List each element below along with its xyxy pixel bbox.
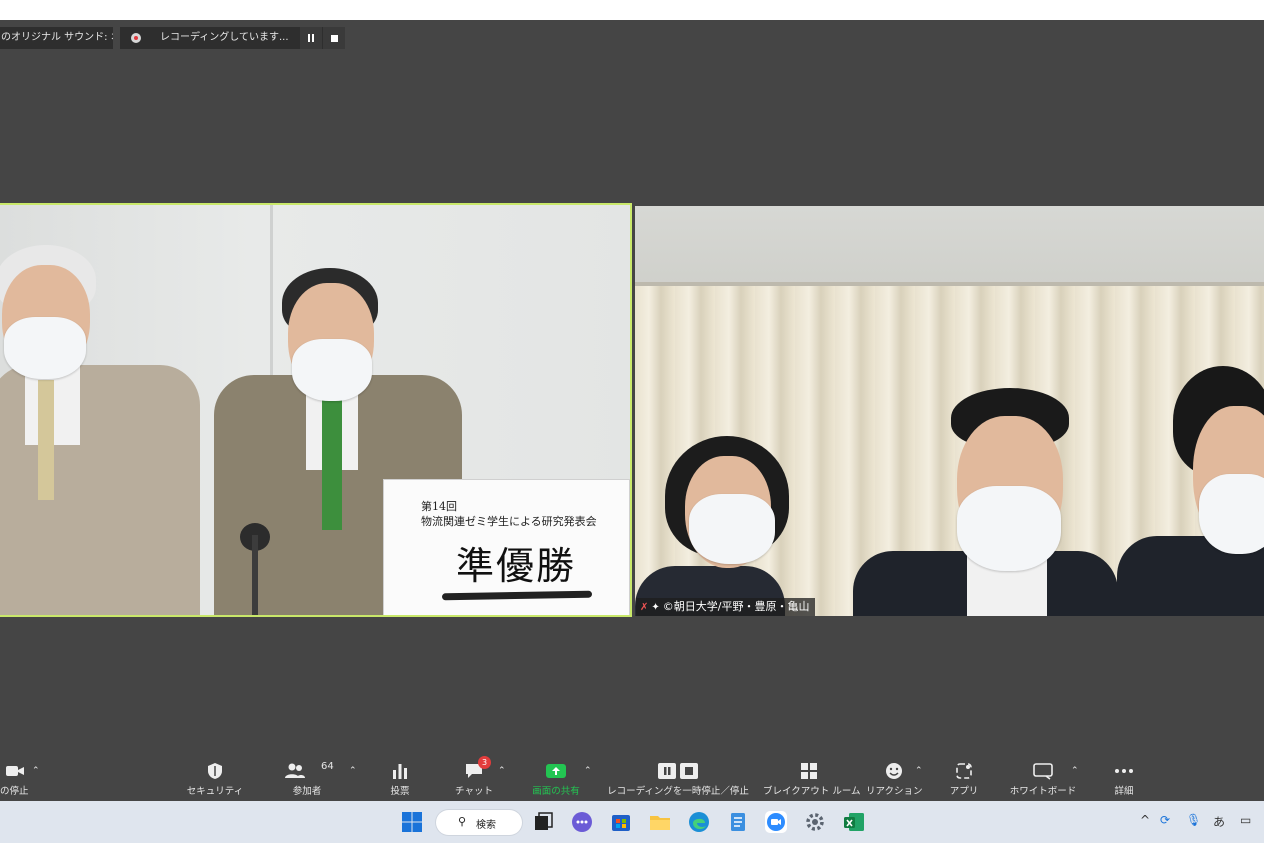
participants-icon	[285, 763, 305, 778]
stop-video-button[interactable]: ⌃ の停止	[0, 760, 40, 801]
notification-icon[interactable]: ▭	[1240, 813, 1251, 827]
original-sound-banner[interactable]: のオリジナル サウンド: オフ	[0, 27, 113, 49]
taskbar-search[interactable]: ⚲ 検索	[436, 810, 522, 835]
onedrive-sync-icon[interactable]: ⟳	[1160, 813, 1170, 827]
security-label: セキュリティ	[186, 786, 244, 797]
search-icon: ⚲	[458, 815, 467, 828]
participant-name: ©朝日大学/平野・豊原・亀山	[662, 600, 810, 613]
microsoft-store-icon[interactable]	[609, 810, 633, 834]
participants-button[interactable]: 64 参加者	[280, 760, 334, 801]
recording-dot-icon	[131, 33, 141, 43]
poll-label: 投票	[390, 786, 410, 797]
mic-muted-icon: ✗	[640, 602, 649, 613]
more-label: 詳細	[1114, 786, 1134, 797]
meeting-toolbar: ⌃ の停止 セキュリティ 64 参加者 ⌃ 投票 3 チャット ⌃ 画面の共有 …	[0, 756, 1264, 801]
recording-banner: レコーディングしています...	[120, 27, 345, 49]
pause-stop-icon	[658, 763, 698, 779]
chat-label: チャット	[455, 786, 493, 797]
settings-gear-icon[interactable]	[803, 810, 827, 834]
whiteboard-icon	[1033, 763, 1053, 780]
apps-button[interactable]: アプリ	[944, 760, 984, 801]
video-options-chevron-icon[interactable]: ⌃	[32, 766, 40, 776]
smiley-icon	[886, 763, 902, 779]
pause-stop-recording-button[interactable]: レコーディングを一時停止／停止	[603, 760, 753, 801]
more-dots-icon	[1115, 769, 1133, 773]
top-strip	[0, 0, 1264, 20]
notepad-icon[interactable]	[726, 810, 750, 834]
reactions-button[interactable]: リアクション	[866, 760, 923, 801]
windows-start-icon[interactable]	[400, 810, 424, 834]
recording-status-text: レコーディングしています...	[160, 32, 289, 43]
placard-line-1: 第14回	[421, 500, 457, 513]
excel-icon[interactable]	[842, 810, 866, 834]
apps-icon	[956, 763, 972, 779]
video-tile-participant[interactable]	[635, 206, 1264, 616]
share-screen-button[interactable]: 画面の共有	[524, 760, 588, 801]
share-screen-label: 画面の共有	[532, 786, 580, 797]
pause-stop-recording-label: レコーディングを一時停止／停止	[607, 786, 749, 797]
chat-unread-badge: 3	[478, 756, 491, 769]
pause-recording-icon[interactable]	[300, 27, 322, 49]
zoom-app-icon[interactable]	[764, 810, 788, 834]
share-screen-icon	[546, 764, 566, 778]
show-hidden-icons-chevron-icon[interactable]: ^	[1140, 813, 1150, 827]
taskbar-search-label: 検索	[476, 820, 496, 831]
video-tile-active-speaker[interactable]: 第14回 物流関連ゼミ学生による研究発表会 準優勝	[0, 203, 632, 617]
microphone-stand	[252, 535, 258, 615]
video-camera-icon	[6, 766, 24, 776]
ceiling	[635, 206, 1264, 286]
breakout-rooms-icon	[801, 763, 817, 779]
stop-video-label: の停止	[0, 786, 29, 797]
whiteboard-label: ホワイトボード	[1009, 786, 1077, 797]
stop-recording-icon[interactable]	[323, 27, 345, 49]
breakout-rooms-label: ブレイクアウト ルーム	[763, 786, 861, 797]
file-explorer-icon[interactable]	[648, 810, 672, 834]
more-button[interactable]: 詳細	[1104, 760, 1144, 801]
placard-brush-stroke	[441, 590, 593, 601]
microphone-tray-icon[interactable]: 🎙	[1186, 813, 1201, 827]
whiteboard-button[interactable]: ホワイトボード	[1008, 760, 1078, 801]
participant-name-label: ✗ ✦ ©朝日大学/平野・豊原・亀山	[636, 598, 815, 616]
share-chevron-icon[interactable]: ⌃	[584, 766, 592, 776]
edge-browser-icon[interactable]	[687, 810, 711, 834]
apps-label: アプリ	[949, 786, 979, 797]
task-view-icon[interactable]	[531, 810, 555, 834]
whiteboard-chevron-icon[interactable]: ⌃	[1071, 766, 1079, 776]
participants-chevron-icon[interactable]: ⌃	[349, 766, 357, 776]
shield-icon	[208, 763, 222, 779]
original-sound-label: のオリジナル サウンド: オフ	[1, 32, 113, 43]
reactions-label: リアクション	[866, 786, 923, 797]
participants-label: 参加者	[292, 786, 322, 797]
poll-chart-icon	[393, 764, 407, 779]
placard-award-title: 準優勝	[456, 544, 577, 588]
pin-icon: ✦	[651, 602, 660, 613]
placard-line-2: 物流関連ゼミ学生による研究発表会	[421, 515, 597, 528]
chat-button[interactable]: 3 チャット	[450, 756, 498, 801]
poll-button[interactable]: 投票	[380, 760, 420, 801]
windows-taskbar: ⚲ 検索 ^ ⟳ 🎙 あ ▭	[0, 801, 1264, 843]
ime-mode-indicator[interactable]: あ	[1213, 813, 1225, 830]
participants-count: 64	[321, 761, 334, 772]
security-button[interactable]: セキュリティ	[185, 760, 245, 801]
chat-chevron-icon[interactable]: ⌃	[498, 766, 506, 776]
award-placard: 第14回 物流関連ゼミ学生による研究発表会 準優勝	[383, 479, 630, 615]
teams-chat-icon[interactable]	[570, 810, 594, 834]
reactions-chevron-icon[interactable]: ⌃	[915, 766, 923, 776]
breakout-rooms-button[interactable]: ブレイクアウト ルーム	[763, 760, 861, 801]
